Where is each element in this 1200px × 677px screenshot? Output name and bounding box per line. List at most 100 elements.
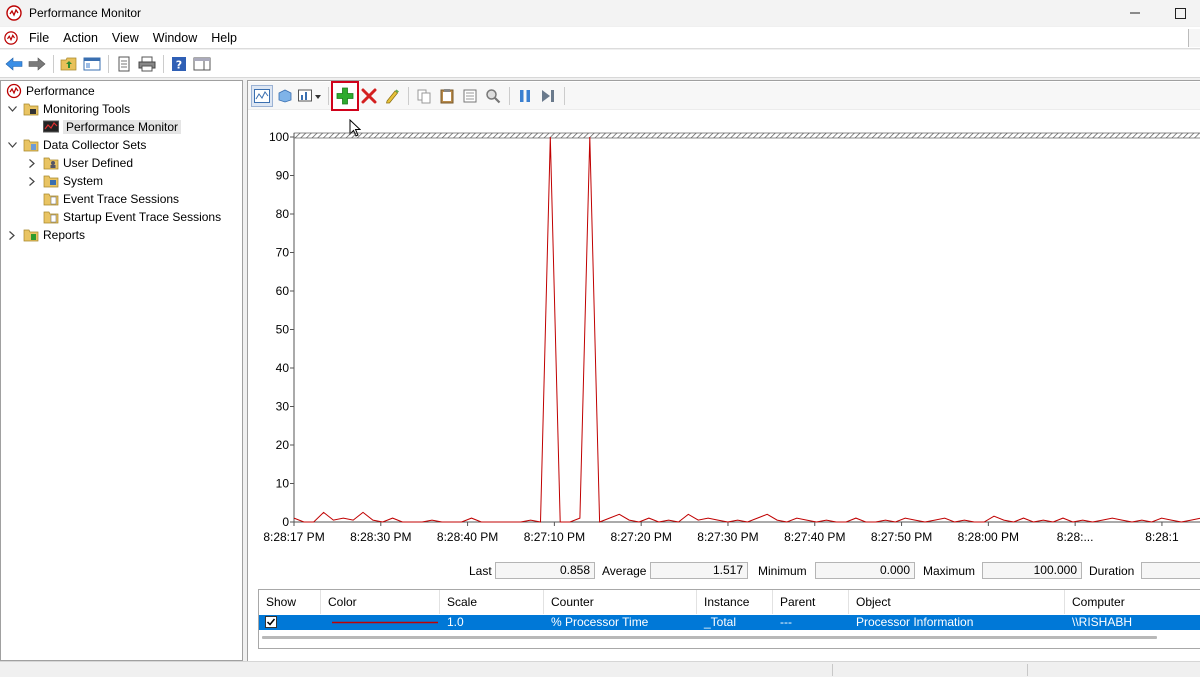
help-button[interactable]: ? — [168, 53, 190, 75]
menu-help[interactable]: Help — [204, 27, 244, 49]
tree-label: Event Trace Sessions — [63, 192, 180, 206]
properties-graph-button[interactable] — [459, 85, 481, 107]
back-button[interactable] — [3, 53, 25, 75]
color-swatch — [325, 615, 438, 630]
x-tick-label: 8:27:50 PM — [871, 530, 932, 544]
status-divider — [832, 664, 833, 676]
horizontal-scrollbar[interactable] — [262, 636, 1157, 639]
highlighter-pencil-icon — [386, 89, 399, 103]
max-value-hatch-band — [293, 132, 1200, 139]
highlight-button[interactable] — [381, 85, 403, 107]
maximum-value: 100.000 — [982, 562, 1082, 579]
monitor-chart-icon — [43, 120, 59, 133]
menu-action[interactable]: Action — [56, 27, 105, 49]
chevron-right-icon[interactable] — [27, 158, 37, 168]
tree-label: User Defined — [63, 156, 134, 170]
menu-view[interactable]: View — [105, 27, 146, 49]
properties-button[interactable] — [113, 53, 135, 75]
tree-label: Performance Monitor — [63, 120, 182, 134]
tree-item-event-trace-sessions[interactable]: Event Trace Sessions — [43, 190, 179, 208]
tree-item-performance[interactable]: Performance — [6, 82, 95, 100]
forward-arrow-icon — [28, 56, 46, 71]
tree-item-performance-monitor[interactable]: Performance Monitor — [43, 118, 182, 136]
average-value: 1.517 — [650, 562, 748, 579]
col-object[interactable]: Object — [849, 590, 1065, 614]
forward-button[interactable] — [26, 53, 48, 75]
show-hide-action-pane-button[interactable] — [191, 53, 213, 75]
y-tick-label: 70 — [276, 246, 290, 260]
svg-text:?: ? — [176, 58, 182, 71]
col-show[interactable]: Show — [259, 590, 321, 614]
toolbar-separator — [509, 86, 510, 105]
maximize-icon — [1174, 7, 1186, 19]
y-tick-label: 0 — [282, 515, 289, 529]
object-cell: Processor Information — [856, 615, 974, 629]
show-hide-console-tree-button[interactable] — [81, 53, 103, 75]
chevron-right-icon[interactable] — [7, 230, 17, 240]
scale-cell: 1.0 — [447, 615, 464, 629]
tree-item-system[interactable]: System — [27, 172, 103, 190]
counter-legend-table: Show Color Scale Counter Instance Parent… — [258, 589, 1200, 649]
line-graph[interactable]: 0 10 20 30 40 50 60 70 80 90 100 8:28:17 PM 8:28:30 … — [248, 111, 1200, 551]
tree-item-monitoring-tools[interactable]: Monitoring Tools — [7, 100, 130, 118]
menu-window[interactable]: Window — [146, 27, 204, 49]
toolbar-separator — [108, 54, 109, 73]
print-button[interactable] — [136, 53, 158, 75]
view-current-activity-button[interactable] — [251, 84, 273, 107]
counter-cell: % Processor Time — [551, 615, 649, 629]
tree-item-startup-event-trace-sessions[interactable]: Startup Event Trace Sessions — [43, 208, 221, 226]
printer-icon — [138, 56, 156, 71]
add-counter-button[interactable] — [331, 80, 359, 111]
col-scale[interactable]: Scale — [440, 590, 544, 614]
col-parent[interactable]: Parent — [773, 590, 849, 614]
folder-icon — [23, 139, 39, 152]
chevron-down-icon[interactable] — [7, 104, 17, 114]
zoom-button[interactable] — [482, 85, 504, 107]
copy-properties-button[interactable] — [413, 85, 435, 107]
col-instance[interactable]: Instance — [697, 590, 773, 614]
x-tick-label: 8:27:40 PM — [784, 530, 845, 544]
y-tick-label: 60 — [276, 284, 290, 298]
y-tick-label: 50 — [276, 323, 290, 337]
update-data-button[interactable] — [537, 85, 559, 107]
computer-cell: \\RISHABH — [1072, 615, 1133, 629]
up-folder-button[interactable] — [58, 53, 80, 75]
mmc-icon[interactable] — [4, 30, 18, 45]
chevron-right-icon[interactable] — [27, 176, 37, 186]
toolbar-separator — [53, 54, 54, 73]
plus-icon — [336, 87, 354, 104]
col-computer[interactable]: Computer — [1065, 590, 1200, 614]
menu-overflow — [1188, 29, 1200, 47]
tree-item-user-defined[interactable]: User Defined — [27, 154, 133, 172]
tree-item-data-collector-sets[interactable]: Data Collector Sets — [7, 136, 146, 154]
maximum-label: Maximum — [923, 564, 976, 578]
x-tick-label: 8:27:20 PM — [610, 530, 671, 544]
show-checkbox[interactable] — [265, 616, 277, 628]
folder-report-icon — [23, 229, 39, 242]
paste-counter-list-button[interactable] — [436, 85, 458, 107]
chevron-down-icon[interactable] — [7, 140, 17, 150]
log-data-icon — [278, 89, 292, 102]
graph-toolbar — [248, 80, 1200, 111]
y-tick-label: 10 — [276, 477, 290, 491]
y-tick-label: 40 — [276, 361, 290, 375]
x-tick-label: 8:27:10 PM — [524, 530, 585, 544]
col-color[interactable]: Color — [321, 590, 440, 614]
delete-counter-button[interactable] — [358, 85, 380, 107]
performance-monitor-pane: 0 10 20 30 40 50 60 70 80 90 100 8:28:17 PM 8:28:30 … — [247, 80, 1200, 661]
menu-file[interactable]: File — [22, 27, 56, 49]
minimize-button[interactable] — [1112, 0, 1158, 26]
col-counter[interactable]: Counter — [544, 590, 697, 614]
x-tick-label: 8:28:40 PM — [437, 530, 498, 544]
y-tick-label: 80 — [276, 207, 290, 221]
view-log-data-button[interactable] — [274, 85, 296, 107]
change-graph-type-button[interactable] — [297, 85, 323, 107]
pause-icon — [520, 89, 530, 102]
table-row[interactable]: 1.0 % Processor Time _Total --- Processo… — [259, 615, 1200, 630]
freeze-display-button[interactable] — [514, 85, 536, 107]
tree-item-reports[interactable]: Reports — [7, 226, 85, 244]
document-icon — [118, 56, 130, 71]
maximize-button[interactable] — [1157, 0, 1200, 26]
tree-label: Data Collector Sets — [43, 138, 147, 152]
copy-icon — [417, 89, 431, 103]
